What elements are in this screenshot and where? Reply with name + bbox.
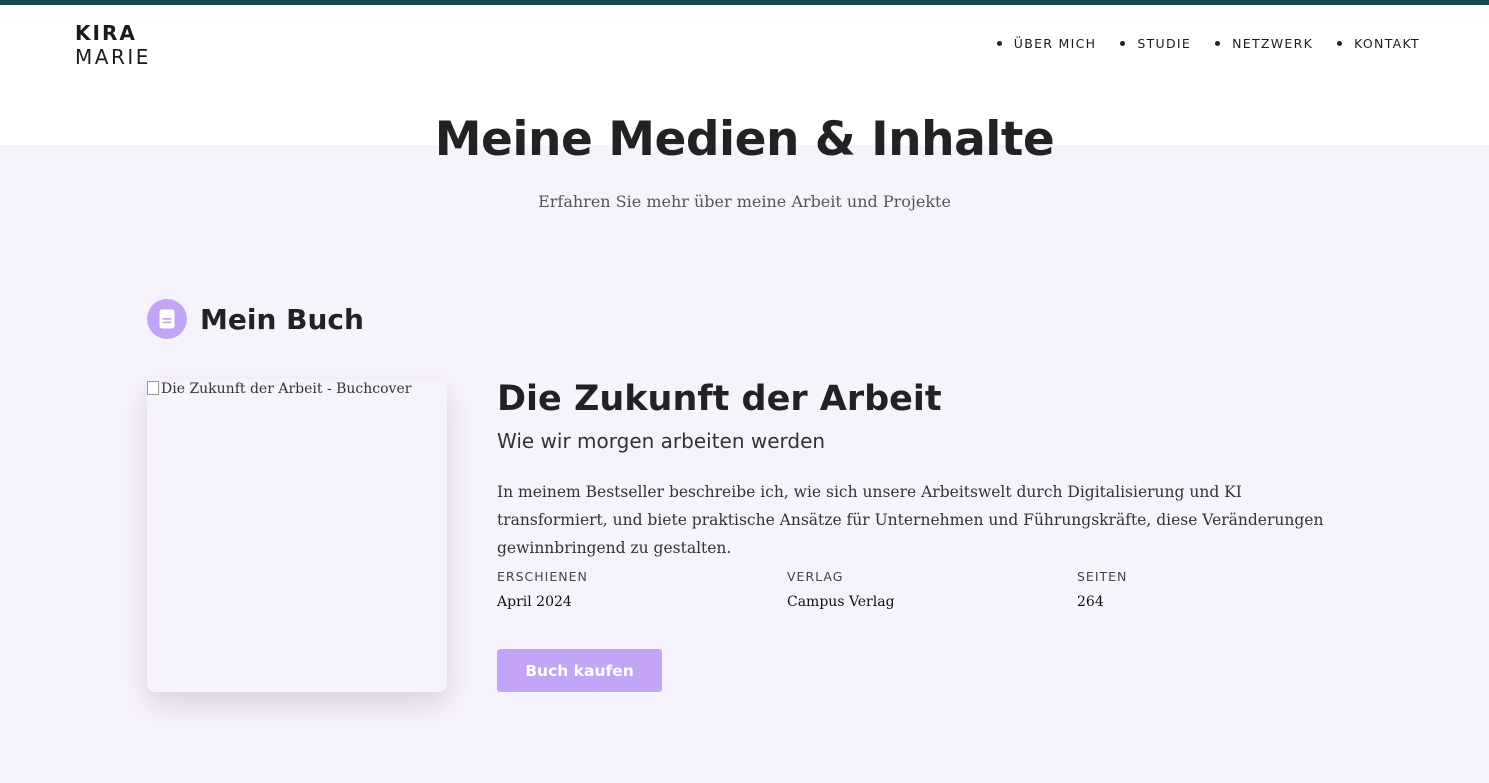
nav-item-label: KONTAKT bbox=[1354, 36, 1420, 51]
nav-bullet-icon bbox=[996, 41, 1002, 46]
meta-value: April 2024 bbox=[497, 594, 572, 610]
site-logo[interactable]: KIRA MARIE bbox=[75, 23, 151, 67]
nav-bullet-icon bbox=[1120, 41, 1126, 46]
meta-label: ERSCHIENEN bbox=[497, 569, 588, 584]
meta-value: Campus Verlag bbox=[787, 594, 895, 610]
meta-publisher: VERLAG Campus Verlag bbox=[787, 569, 1047, 610]
nav-item-label: STUDIE bbox=[1137, 36, 1192, 51]
logo-last-name: MARIE bbox=[75, 45, 151, 69]
page-subtitle: Erfahren Sie mehr über meine Arbeit und … bbox=[538, 192, 951, 211]
nav-bullet-icon bbox=[1337, 41, 1343, 46]
meta-label: SEITEN bbox=[1077, 569, 1128, 584]
meta-pages: SEITEN 264 bbox=[1077, 569, 1337, 610]
nav-item-ueber-mich[interactable]: ÜBER MICH bbox=[996, 36, 1097, 51]
logo-first-name: KIRA bbox=[75, 21, 137, 45]
buy-book-button[interactable]: Buch kaufen bbox=[497, 649, 662, 692]
nav-item-kontakt[interactable]: KONTAKT bbox=[1337, 36, 1420, 51]
book-cover-image: Die Zukunft der Arbeit - Buchcover bbox=[147, 379, 447, 692]
book-cover-alt-text: Die Zukunft der Arbeit - Buchcover bbox=[147, 381, 411, 397]
site-header: KIRA MARIE ÜBER MICH STUDIE NETZWERK KON… bbox=[0, 5, 1489, 85]
meta-published: ERSCHIENEN April 2024 bbox=[497, 569, 757, 610]
main-navigation: ÜBER MICH STUDIE NETZWERK KONTAKT bbox=[996, 36, 1420, 51]
book-icon bbox=[147, 299, 187, 339]
meta-label: VERLAG bbox=[787, 569, 844, 584]
meta-value: 264 bbox=[1077, 594, 1104, 610]
book-description: In meinem Bestseller beschreibe ich, wie… bbox=[497, 483, 1324, 557]
nav-item-netzwerk[interactable]: NETZWERK bbox=[1215, 36, 1313, 51]
nav-bullet-icon bbox=[1215, 41, 1221, 46]
nav-item-label: NETZWERK bbox=[1232, 36, 1314, 51]
nav-item-studie[interactable]: STUDIE bbox=[1120, 36, 1191, 51]
book-subtitle: Wie wir morgen arbeiten werden bbox=[497, 429, 826, 453]
section-title: Mein Buch bbox=[200, 302, 364, 336]
book-title: Die Zukunft der Arbeit bbox=[497, 379, 942, 419]
book-section-heading: Mein Buch bbox=[147, 299, 364, 339]
page-title: Meine Medien & Inhalte bbox=[434, 112, 1055, 167]
nav-item-label: ÜBER MICH bbox=[1013, 36, 1097, 51]
